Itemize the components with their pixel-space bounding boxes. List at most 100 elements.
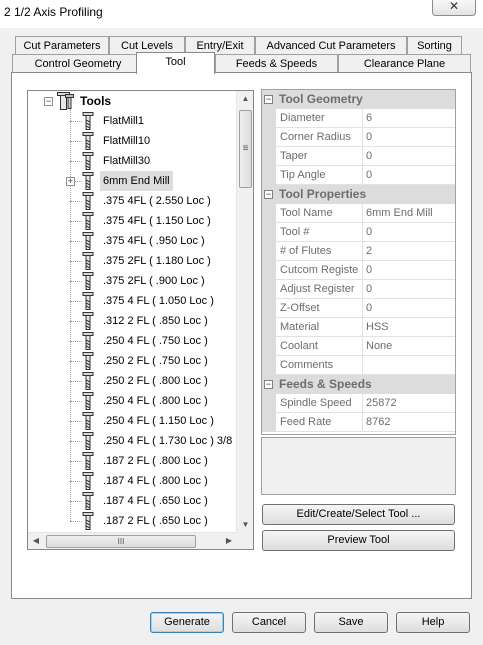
- end-mill-icon: [82, 432, 94, 450]
- tree-guide-line: [70, 121, 82, 122]
- property-value[interactable]: 0: [363, 299, 455, 318]
- property-value[interactable]: 2: [363, 242, 455, 261]
- tree-item[interactable]: .250 4 FL ( .750 Loc ): [100, 331, 211, 351]
- property-row[interactable]: Z-Offset 0: [262, 299, 455, 318]
- property-gutter: [262, 318, 276, 337]
- tree-viewport: − Tools FlatMill1 FlatMill10 FlatMill30 +6mm …: [28, 91, 237, 532]
- tree-guide-line: [70, 501, 82, 502]
- collapse-icon[interactable]: −: [264, 380, 273, 389]
- tree-item[interactable]: 6mm End Mill: [100, 171, 173, 191]
- scroll-down-icon[interactable]: ▼: [237, 520, 253, 529]
- tree-item[interactable]: .250 4 FL ( .800 Loc ): [100, 391, 211, 411]
- property-value[interactable]: 0: [363, 147, 455, 166]
- property-row[interactable]: Comments: [262, 356, 455, 375]
- tree-guide-line: [70, 441, 82, 442]
- property-row[interactable]: Feed Rate 8762: [262, 413, 455, 432]
- property-value[interactable]: 8762: [363, 413, 455, 432]
- horizontal-scroll-thumb[interactable]: III: [46, 535, 196, 548]
- property-value[interactable]: 6: [363, 109, 455, 128]
- property-row[interactable]: # of Flutes 2: [262, 242, 455, 261]
- property-row[interactable]: Adjust Register 0: [262, 280, 455, 299]
- property-row[interactable]: Tool Name 6mm End Mill: [262, 204, 455, 223]
- tab-cut-parameters[interactable]: Cut Parameters: [15, 36, 109, 55]
- tree-item[interactable]: .250 4 FL ( 1.150 Loc ): [100, 411, 217, 431]
- collapse-icon[interactable]: −: [264, 190, 273, 199]
- scroll-up-icon[interactable]: ▲: [237, 94, 253, 103]
- tree-item[interactable]: .187 2 FL ( .650 Loc ): [100, 511, 211, 531]
- tree-item[interactable]: .250 4 FL ( 1.730 Loc ) 3/8 S: [100, 431, 237, 451]
- end-mill-icon: [82, 392, 94, 410]
- property-name: Feed Rate: [276, 413, 363, 432]
- tree-item[interactable]: .375 4FL ( 1.150 Loc ): [100, 211, 214, 231]
- tool-property-grid[interactable]: − Tool Geometry Diameter 6 Corner Radius 0 Tap…: [261, 89, 456, 435]
- tree-guide-line: [70, 241, 82, 242]
- property-category[interactable]: − Tool Properties: [262, 185, 455, 204]
- tree-item[interactable]: .250 2 FL ( .750 Loc ): [100, 351, 211, 371]
- property-row[interactable]: Cutcom Registe 0: [262, 261, 455, 280]
- property-row[interactable]: Diameter 6: [262, 109, 455, 128]
- tree-item[interactable]: .187 4 FL ( .650 Loc ): [100, 491, 211, 511]
- tree-item[interactable]: FlatMill1: [100, 111, 147, 131]
- property-name: Z-Offset: [276, 299, 363, 318]
- tree-root-label[interactable]: Tools: [80, 91, 111, 111]
- tab-clearance-plane[interactable]: Clearance Plane: [338, 54, 471, 73]
- property-value[interactable]: [363, 356, 455, 375]
- vertical-scroll-thumb[interactable]: ≡: [239, 110, 252, 188]
- end-mill-icon: [82, 472, 94, 490]
- property-value[interactable]: 25872: [363, 394, 455, 413]
- property-row[interactable]: Material HSS: [262, 318, 455, 337]
- end-mill-icon: [82, 232, 94, 250]
- tool-tree[interactable]: − Tools FlatMill1 FlatMill10 FlatMill30 +6mm …: [27, 90, 254, 550]
- preview-tool-button[interactable]: Preview Tool: [262, 530, 455, 551]
- property-value[interactable]: None: [363, 337, 455, 356]
- tree-item[interactable]: .375 4FL ( .950 Loc ): [100, 231, 208, 251]
- save-button[interactable]: Save: [314, 612, 388, 633]
- tree-item[interactable]: .187 4 FL ( .800 Loc ): [100, 471, 211, 491]
- property-row[interactable]: Tool #0: [262, 223, 455, 242]
- tree-item[interactable]: .375 4 FL ( 1.050 Loc ): [100, 291, 217, 311]
- scroll-left-icon[interactable]: ◀: [31, 536, 41, 545]
- property-row[interactable]: Coolant None: [262, 337, 455, 356]
- property-value[interactable]: HSS: [363, 318, 455, 337]
- property-value[interactable]: 0: [363, 166, 455, 185]
- tree-item[interactable]: .187 2 FL ( .800 Loc ): [100, 451, 211, 471]
- property-value[interactable]: 6mm End Mill: [363, 204, 455, 223]
- close-button[interactable]: ✕: [432, 0, 476, 16]
- expand-icon[interactable]: +: [66, 177, 75, 186]
- edit-create-select-tool-button[interactable]: Edit/Create/Select Tool ...: [262, 504, 455, 525]
- tree-vertical-scrollbar[interactable]: ▲ ≡ ▼: [236, 91, 253, 532]
- collapse-icon[interactable]: −: [264, 95, 273, 104]
- generate-button[interactable]: Generate: [150, 612, 224, 633]
- scroll-right-icon[interactable]: ▶: [224, 536, 234, 545]
- property-category[interactable]: − Tool Geometry: [262, 90, 455, 109]
- tree-item[interactable]: FlatMill30: [100, 151, 153, 171]
- tab-tool[interactable]: Tool: [136, 52, 215, 74]
- collapse-tools-icon[interactable]: −: [44, 97, 53, 106]
- tree-item[interactable]: .375 4FL ( 2.550 Loc ): [100, 191, 214, 211]
- property-gutter: [262, 204, 276, 223]
- tab-sorting[interactable]: Sorting: [407, 36, 462, 55]
- property-value[interactable]: 0: [363, 128, 455, 147]
- tree-item[interactable]: .375 2FL ( .900 Loc ): [100, 271, 208, 291]
- cancel-button[interactable]: Cancel: [232, 612, 306, 633]
- tree-item[interactable]: FlatMill10: [100, 131, 153, 151]
- tab-feeds-speeds[interactable]: Feeds & Speeds: [215, 54, 338, 73]
- tree-item[interactable]: .312 2 FL ( .850 Loc ): [100, 311, 211, 331]
- property-row[interactable]: Corner Radius 0: [262, 128, 455, 147]
- property-row[interactable]: Taper 0: [262, 147, 455, 166]
- property-value[interactable]: 0: [363, 261, 455, 280]
- tree-horizontal-scrollbar[interactable]: ◀ III ▶: [28, 532, 237, 549]
- help-button[interactable]: Help: [396, 612, 470, 633]
- property-value[interactable]: 0: [363, 280, 455, 299]
- tree-item[interactable]: .375 2FL ( 1.180 Loc ): [100, 251, 214, 271]
- property-row[interactable]: Spindle Speed 25872: [262, 394, 455, 413]
- end-mill-icon: [82, 312, 94, 330]
- grip-icon: III: [117, 537, 125, 546]
- property-category[interactable]: − Feeds & Speeds: [262, 375, 455, 394]
- tree-item[interactable]: .250 2 FL ( .800 Loc ): [100, 371, 211, 391]
- property-row[interactable]: Tip Angle 0: [262, 166, 455, 185]
- property-value[interactable]: 0: [363, 223, 455, 242]
- tab-advanced-cut-parameters[interactable]: Advanced Cut Parameters: [255, 36, 407, 55]
- property-gutter: [262, 223, 276, 242]
- tab-control-geometry[interactable]: Control Geometry: [12, 54, 144, 73]
